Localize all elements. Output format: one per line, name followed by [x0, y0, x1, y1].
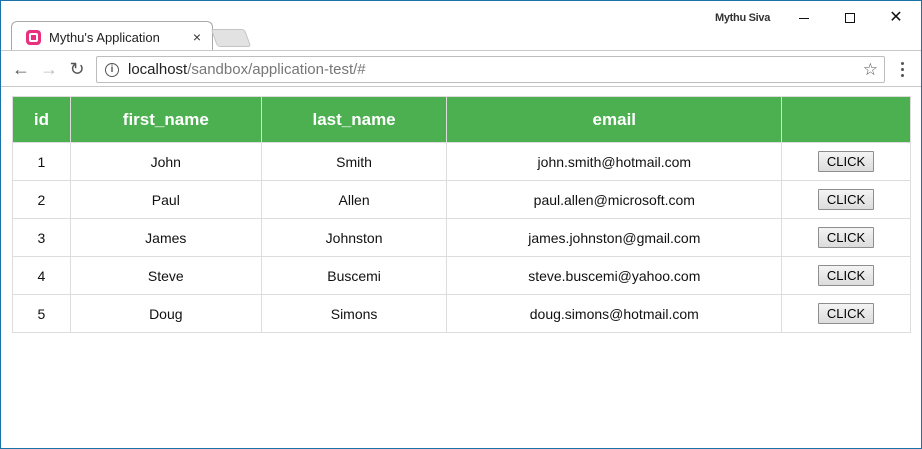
cell-id: 2 [12, 180, 71, 219]
table-row: 1 John Smith john.smith@hotmail.com CLIC… [12, 142, 911, 181]
cell-email: steve.buscemi@yahoo.com [446, 256, 783, 295]
table-row: 4 Steve Buscemi steve.buscemi@yahoo.com … [12, 256, 911, 295]
url-path: /sandbox/application-test/# [187, 61, 366, 78]
users-table: id first_name last_name email 1 John Smi… [12, 96, 911, 333]
table-header-row: id first_name last_name email [12, 96, 911, 143]
address-bar[interactable]: i localhost/sandbox/application-test/# ☆ [96, 56, 885, 83]
browser-toolbar: ← → ↻ i localhost/sandbox/application-te… [1, 50, 921, 87]
cell-email: james.johnston@gmail.com [446, 218, 783, 257]
cell-action: CLICK [781, 294, 911, 333]
info-icon[interactable]: i [105, 62, 119, 77]
click-button[interactable]: CLICK [817, 189, 875, 210]
forward-button[interactable]: → [39, 59, 59, 79]
cell-id: 5 [12, 294, 71, 333]
cell-last-name: Simons [260, 294, 448, 333]
tab-close-icon[interactable]: × [190, 30, 204, 44]
header-email: email [446, 96, 783, 143]
click-button[interactable]: CLICK [817, 227, 875, 248]
cell-first-name: James [69, 218, 262, 257]
minimize-button[interactable] [781, 5, 827, 31]
kebab-menu-icon[interactable] [895, 59, 909, 79]
reload-icon: ↻ [69, 58, 85, 79]
arrow-right-icon: → [40, 58, 58, 79]
header-action [781, 96, 911, 143]
cell-id: 3 [12, 218, 71, 257]
minimize-icon [799, 17, 809, 19]
back-button[interactable]: ← [11, 59, 31, 79]
close-window-button[interactable]: ✕ [873, 5, 919, 31]
cell-first-name: Doug [69, 294, 262, 333]
table-row: 5 Doug Simons doug.simons@hotmail.com CL… [12, 294, 911, 333]
browser-tab[interactable]: Mythu's Application × [11, 21, 213, 51]
star-icon[interactable]: ☆ [863, 60, 878, 80]
cell-first-name: Steve [69, 256, 262, 295]
header-last-name: last_name [260, 96, 448, 143]
app-favicon-icon [26, 29, 41, 45]
profile-user-name[interactable]: Mythu Siva [715, 12, 770, 24]
maximize-button[interactable] [827, 5, 873, 31]
table-row: 3 James Johnston james.johnston@gmail.co… [12, 218, 911, 257]
cell-email: john.smith@hotmail.com [446, 142, 783, 181]
header-id: id [12, 96, 71, 143]
url-host: localhost [128, 61, 188, 78]
click-button[interactable]: CLICK [817, 303, 875, 324]
cell-action: CLICK [781, 180, 911, 219]
header-first-name: first_name [69, 96, 262, 143]
cell-first-name: Paul [69, 180, 262, 219]
page-content: id first_name last_name email 1 John Smi… [1, 88, 921, 448]
tab-strip: Mythu's Application × Mythu Siva ✕ [1, 1, 921, 51]
maximize-icon [845, 13, 855, 23]
cell-action: CLICK [781, 142, 911, 181]
click-button[interactable]: CLICK [817, 151, 875, 172]
cell-last-name: Buscemi [260, 256, 448, 295]
cell-email: paul.allen@microsoft.com [446, 180, 783, 219]
cell-id: 4 [12, 256, 71, 295]
cell-last-name: Smith [260, 142, 448, 181]
arrow-left-icon: ← [12, 58, 30, 79]
cell-first-name: John [69, 142, 262, 181]
click-button[interactable]: CLICK [817, 265, 875, 286]
url-text[interactable]: localhost/sandbox/application-test/# [128, 61, 366, 78]
cell-last-name: Allen [260, 180, 448, 219]
cell-action: CLICK [781, 256, 911, 295]
tab-title: Mythu's Application [49, 29, 160, 45]
cell-email: doug.simons@hotmail.com [446, 294, 783, 333]
table-row: 2 Paul Allen paul.allen@microsoft.com CL… [12, 180, 911, 219]
new-tab-button[interactable] [210, 29, 252, 47]
close-icon: ✕ [889, 9, 903, 26]
reload-button[interactable]: ↻ [67, 59, 87, 79]
cell-last-name: Johnston [260, 218, 448, 257]
browser-window: Mythu's Application × Mythu Siva ✕ ← → ↻… [0, 0, 922, 449]
cell-action: CLICK [781, 218, 911, 257]
cell-id: 1 [12, 142, 71, 181]
